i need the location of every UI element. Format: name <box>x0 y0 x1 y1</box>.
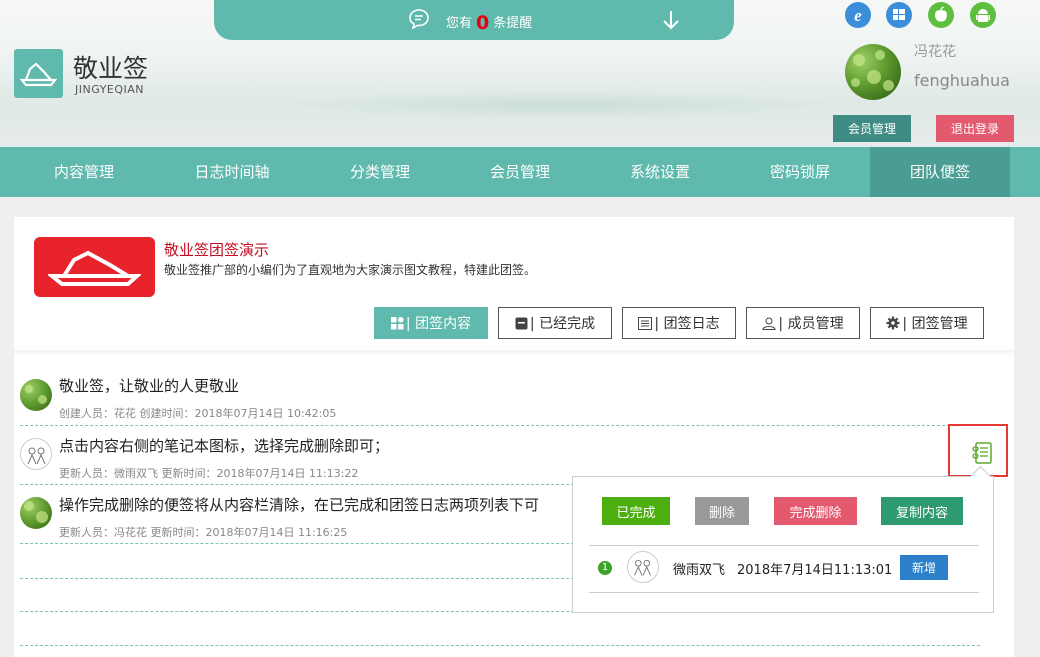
tab-team-log[interactable]: | 团签日志 <box>622 307 736 339</box>
message-icon <box>409 9 429 30</box>
notification-suffix: 条提醒 <box>493 16 533 31</box>
tab-label: | 已经完成 <box>529 316 596 332</box>
brand-logo[interactable] <box>14 49 63 98</box>
log-user: 微雨双飞 <box>673 563 726 578</box>
user-icon <box>762 317 776 330</box>
user-name-en: fenghuahua <box>914 71 1010 90</box>
avatar <box>20 497 52 529</box>
logout-button[interactable]: 退出登录 <box>936 115 1014 142</box>
notification-count: 0 <box>476 12 490 34</box>
nav-item-team[interactable]: 团队便签 <box>870 147 1010 197</box>
notification-prefix: 您有 <box>446 16 473 31</box>
svg-text:e: e <box>854 6 862 25</box>
nav-item-settings[interactable]: 系统设置 <box>590 147 730 197</box>
divider <box>589 592 979 593</box>
avatar <box>20 379 52 411</box>
android-icon[interactable] <box>970 2 996 28</box>
avatar <box>20 438 52 470</box>
divider <box>20 425 980 426</box>
log-time: 2018年7月14日11:13:01 <box>737 563 893 578</box>
windows-icon[interactable] <box>886 2 912 28</box>
item-text: 敬业签，让敬业的人更敬业 <box>59 377 240 395</box>
ie-icon[interactable]: e <box>845 2 871 28</box>
copy-content-button[interactable]: 复制内容 <box>881 497 963 525</box>
list-icon <box>638 317 653 330</box>
team-title[interactable]: 敬业签团签演示 <box>164 239 269 260</box>
log-index: 1 <box>598 561 612 575</box>
team-logo <box>34 237 155 297</box>
avatar <box>627 551 659 583</box>
brand-name: 敬业签 <box>73 54 149 83</box>
item-meta: 更新人员：微雨双飞 更新时间：2018年07月14日 11:13:22 <box>59 467 359 480</box>
nav-item-member[interactable]: 会员管理 <box>450 147 590 197</box>
boat-logo-icon <box>48 250 141 286</box>
notification-text: 您有 0 条提醒 <box>446 10 533 34</box>
nav-item-content[interactable]: 内容管理 <box>14 147 154 197</box>
item-meta: 更新人员：冯花花 更新时间：2018年07月14日 11:16:25 <box>59 526 348 539</box>
main-nav: 内容管理 日志时间轴 分类管理 会员管理 系统设置 密码锁屏 团队便签 <box>0 147 1040 197</box>
nav-item-timeline[interactable]: 日志时间轴 <box>162 147 302 197</box>
complete-delete-button[interactable]: 完成删除 <box>774 497 857 525</box>
brand-pinyin: JINGYEQIAN <box>75 83 145 96</box>
apple-icon[interactable] <box>928 2 954 28</box>
arrow-down-icon[interactable] <box>662 9 680 31</box>
tab-label: | 团签管理 <box>902 316 968 332</box>
delete-button[interactable]: 删除 <box>695 497 749 525</box>
tab-label: | 团签日志 <box>654 316 720 332</box>
tab-team-manage[interactable]: | 团签管理 <box>870 307 984 339</box>
boat-logo-icon <box>20 62 57 87</box>
header-background-cloud <box>280 90 840 120</box>
nav-item-category[interactable]: 分类管理 <box>310 147 450 197</box>
tab-members[interactable]: | 成员管理 <box>746 307 860 339</box>
tab-label: | 成员管理 <box>778 316 844 332</box>
tab-completed[interactable]: | 已经完成 <box>498 307 612 339</box>
member-management-button[interactable]: 会员管理 <box>833 115 911 142</box>
archive-icon <box>515 317 528 330</box>
item-action-popup: 已完成 删除 完成删除 复制内容 1 微雨双飞 2018年7月14日11:13:… <box>572 465 994 613</box>
divider <box>589 545 979 546</box>
grid-icon <box>390 317 404 330</box>
header: 您有 0 条提醒 敬业签 JINGYEQIAN e 冯花花 fenghuahua… <box>0 0 1040 147</box>
team-description: 敬业签推广部的小编们为了直观地为大家演示图文教程，特建此团签。 <box>164 263 537 277</box>
tab-label: | 团签内容 <box>405 316 472 332</box>
tab-team-content[interactable]: | 团签内容 <box>374 307 488 339</box>
item-text: 操作完成删除的便签将从内容栏清除，在已完成和团签日志两项列表下可 <box>59 496 540 514</box>
item-text: 点击内容右侧的笔记本图标，选择完成删除即可； <box>59 437 390 455</box>
notification-bar[interactable]: 您有 0 条提醒 <box>214 0 734 40</box>
user-avatar[interactable] <box>845 44 901 100</box>
complete-button[interactable]: 已完成 <box>602 497 670 525</box>
panel-divider <box>14 350 1014 356</box>
log-action-badge: 新增 <box>900 555 948 580</box>
divider <box>20 645 980 646</box>
nav-item-lock[interactable]: 密码锁屏 <box>730 147 870 197</box>
gear-icon <box>886 316 900 330</box>
user-name-cn: 冯花花 <box>914 44 956 60</box>
notebook-icon <box>972 442 992 464</box>
item-meta: 创建人员：花花 创建时间：2018年07月14日 10:42:05 <box>59 407 337 420</box>
